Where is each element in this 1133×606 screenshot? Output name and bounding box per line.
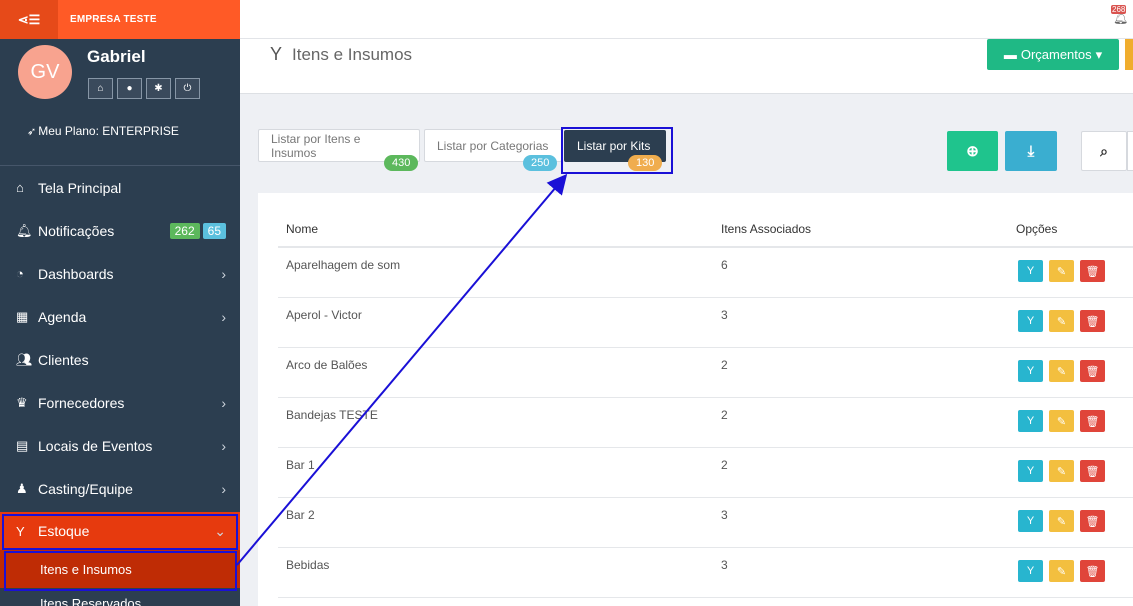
annotation-arrow [236, 173, 568, 566]
